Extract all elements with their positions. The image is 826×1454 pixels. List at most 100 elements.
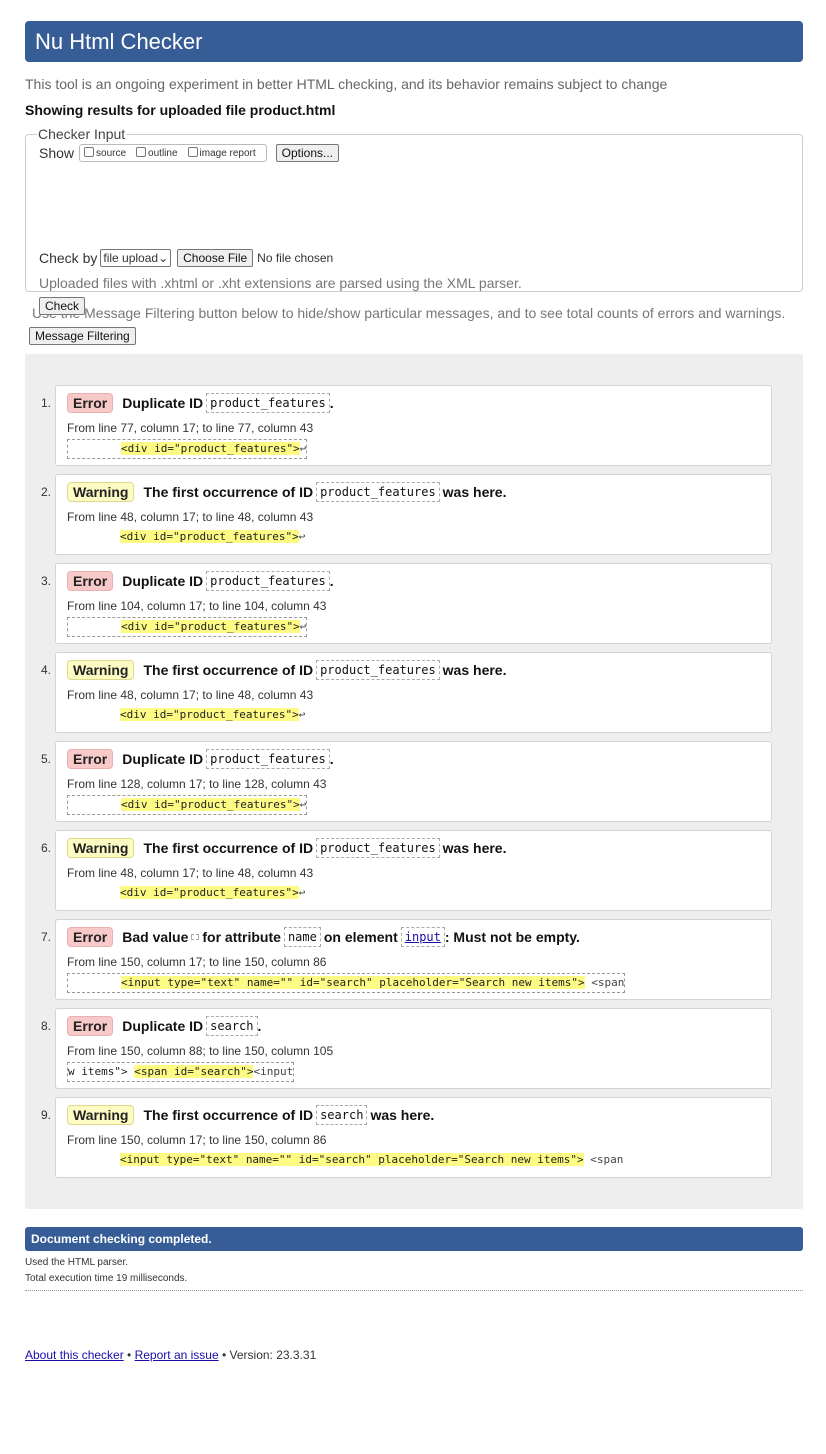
message-number: 9. <box>41 1108 52 1122</box>
message-text: Warning The first occurrence of ID search w… <box>67 1105 434 1125</box>
message-item: 5. Error Duplicate ID product_features. From… <box>41 741 772 822</box>
extract-lead <box>67 708 120 721</box>
message-id-code: product_features <box>316 660 440 680</box>
code-extract: <div id="product_features">↩ <box>67 795 308 815</box>
extract-highlight: <input type="text" name="" id="search" p… <box>119 1153 584 1166</box>
page-title: Nu Html Checker <box>25 21 803 62</box>
message-location: From line 104, column 17; to line 104, c… <box>67 599 327 613</box>
extract-tail: ↩ <box>299 620 307 633</box>
no-file-text: No file chosen <box>257 251 334 265</box>
message-number: 5. <box>41 752 52 766</box>
message-text: Error Bad value for attribute name on elemen… <box>67 927 580 947</box>
check-by-label: Check by <box>39 250 98 266</box>
check-by-row: Check by file upload⌄ Choose File No fil… <box>39 249 333 267</box>
checker-input-legend: Checker Input <box>38 126 126 142</box>
message-item: 6. Warning The first occurrence of ID produ… <box>41 830 772 911</box>
message-post-text: . <box>329 573 334 589</box>
error-badge: Error <box>67 571 114 591</box>
show-row: Show source outline image report Options… <box>39 144 789 162</box>
extract-tail: ↩ <box>298 886 306 899</box>
message-id-code: product_features <box>316 482 440 502</box>
checker-input-fieldset: Checker Input Show source outline image … <box>25 126 803 315</box>
outline-checkbox-label: outline <box>148 147 178 159</box>
extract-tail: ↩ <box>298 530 306 543</box>
code-extract: <div id="product_features">↩ <box>67 528 305 546</box>
message-id-code <box>191 934 200 940</box>
message-post-text: . <box>329 751 334 767</box>
message-pre-text: The first occurrence of ID <box>143 1107 314 1123</box>
message-element-link[interactable]: input <box>400 927 445 947</box>
warning-badge: Warning <box>67 660 135 680</box>
message-number: 6. <box>41 841 52 855</box>
extract-lead <box>68 798 121 811</box>
extract-lead <box>68 620 121 633</box>
code-extract: <input type="text" name="" id="search" p… <box>67 973 626 993</box>
message-number: 3. <box>41 574 52 588</box>
extract-highlight: <div id="product_features"> <box>119 708 299 721</box>
message-pre-text: The first occurrence of ID <box>143 662 314 678</box>
chevron-down-icon: ⌄ <box>158 251 169 265</box>
message-id-code: product_features <box>206 393 330 413</box>
extract-tail: <span <box>584 976 625 989</box>
message-text: Warning The first occurrence of ID product… <box>67 660 507 680</box>
image-report-checkbox[interactable] <box>187 147 198 157</box>
intro-text: This tool is an ongoing experiment in be… <box>25 76 668 92</box>
message-location: From line 128, column 17; to line 128, c… <box>67 777 327 791</box>
extract-tail: ↩ <box>298 708 306 721</box>
extract-tail: <input <box>253 1065 294 1078</box>
message-item: 3. Error Duplicate ID product_features. From… <box>41 563 772 644</box>
check-button[interactable]: Check <box>39 297 86 315</box>
code-extract: w items"> <span id="search"><input <box>67 1062 295 1082</box>
message-filtering-button[interactable]: Message Filtering <box>29 327 136 345</box>
extract-lead <box>68 442 121 455</box>
message-post-text: : Must not be empty. <box>444 929 580 945</box>
message-id-code: product_features <box>206 749 330 769</box>
message-mid-text: for attribute <box>202 929 281 945</box>
document-checking-completed: Document checking completed. <box>25 1227 803 1251</box>
message-location: From line 150, column 17; to line 150, c… <box>67 1133 327 1147</box>
parser-note: Used the HTML parser. <box>25 1257 129 1268</box>
extract-highlight: <div id="product_features"> <box>120 798 300 811</box>
message-post-text: . <box>329 395 334 411</box>
message-item: 2. Warning The first occurrence of ID produ… <box>41 474 772 555</box>
warning-badge: Warning <box>67 1105 135 1125</box>
error-badge: Error <box>67 927 114 947</box>
extract-highlight: <span id="search"> <box>134 1065 254 1078</box>
error-badge: Error <box>67 749 114 769</box>
code-extract: <div id="product_features">↩ <box>67 706 305 724</box>
warning-badge: Warning <box>67 482 135 502</box>
source-checkbox[interactable] <box>84 147 95 157</box>
message-pre-text: The first occurrence of ID <box>143 484 314 500</box>
extract-lead <box>67 530 120 543</box>
version-text: • Version: 23.3.31 <box>218 1348 317 1362</box>
error-badge: Error <box>67 393 114 413</box>
outline-checkbox[interactable] <box>136 147 147 157</box>
message-item: 9. Warning The first occurrence of ID searc… <box>41 1097 772 1178</box>
footer-separator: • <box>123 1348 135 1362</box>
about-link[interactable]: About this checker <box>25 1348 124 1362</box>
message-number: 4. <box>41 663 52 677</box>
report-issue-link[interactable]: Report an issue <box>135 1348 219 1362</box>
message-location: From line 48, column 17; to line 48, col… <box>67 510 314 524</box>
message-text: Error Duplicate ID product_features. <box>67 393 334 413</box>
message-item: 1. Error Duplicate ID product_features. From… <box>41 385 772 466</box>
message-id-code: search <box>206 1016 258 1036</box>
extract-tail: <span <box>583 1153 624 1166</box>
message-id-code: search <box>316 1105 368 1125</box>
message-pre-text: Duplicate ID <box>122 1018 204 1034</box>
options-button[interactable]: Options... <box>275 144 340 162</box>
footer: About this checker • Report an issue • V… <box>25 1348 316 1362</box>
message-item: 4. Warning The first occurrence of ID produ… <box>41 652 772 733</box>
message-number: 8. <box>41 1019 52 1033</box>
extract-tail: ↩ <box>299 798 307 811</box>
message-post-text: was here. <box>442 484 507 500</box>
check-by-select[interactable]: file upload⌄ <box>100 249 172 267</box>
extract-highlight: <div id="product_features"> <box>119 530 299 543</box>
extract-lead <box>67 1153 120 1166</box>
extract-highlight: <input type="text" name="" id="search" p… <box>120 976 585 989</box>
choose-file-button[interactable]: Choose File <box>177 249 254 267</box>
code-extract: <div id="product_features">↩ <box>67 439 308 459</box>
message-text: Warning The first occurrence of ID product… <box>67 838 507 858</box>
message-location: From line 150, column 88; to line 150, c… <box>67 1044 334 1058</box>
extract-lead <box>67 886 120 899</box>
